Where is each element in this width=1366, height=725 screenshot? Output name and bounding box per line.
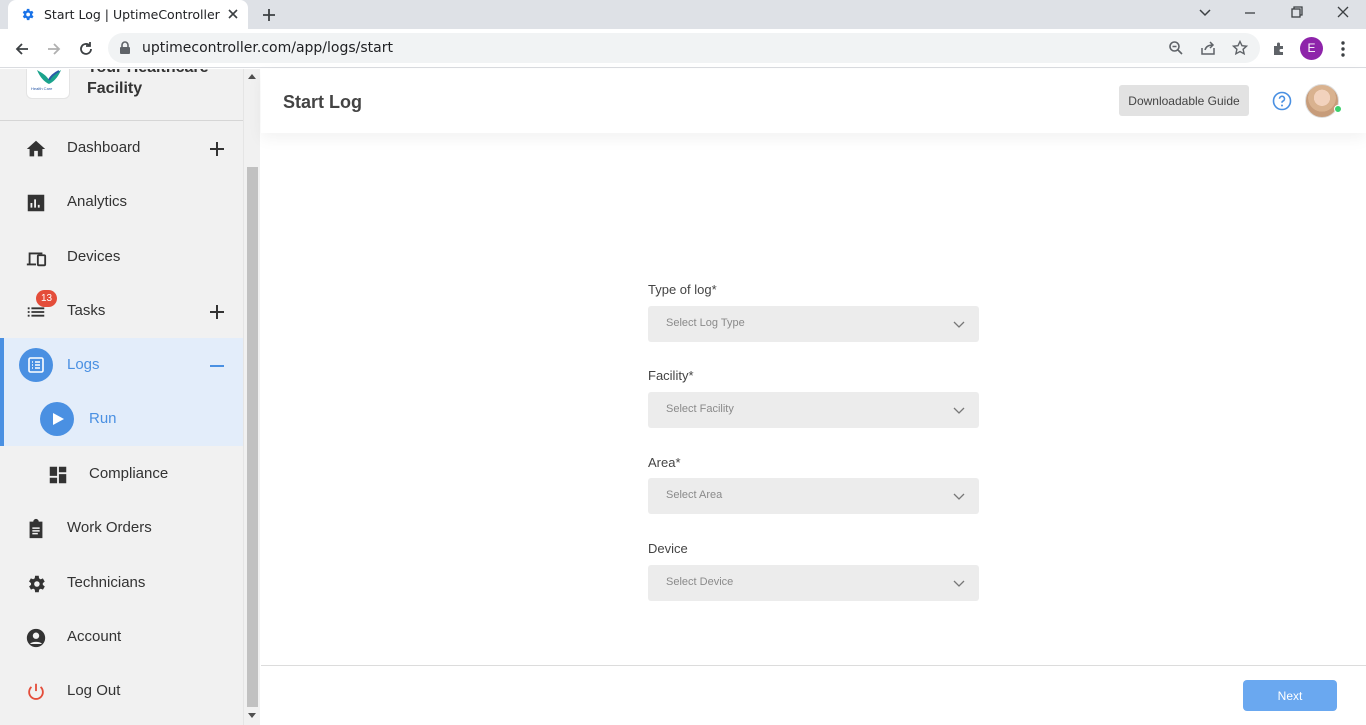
sidebar-item-analytics[interactable]: Analytics (0, 175, 243, 229)
window-close-icon[interactable] (1336, 5, 1350, 19)
sidebar: Health Care Your Healthcare Facility Das… (0, 69, 243, 725)
tab-title: Start Log | UptimeController (44, 7, 220, 22)
forward-icon[interactable] (45, 40, 63, 58)
sidebar-item-logs[interactable]: Logs (0, 338, 243, 392)
scroll-down-icon[interactable] (248, 713, 256, 719)
home-icon (26, 140, 46, 157)
sidebar-scrollbar[interactable] (243, 69, 260, 725)
restore-icon[interactable] (1290, 5, 1304, 19)
play-icon-circle (40, 402, 74, 436)
power-icon (28, 683, 44, 700)
extensions-icon[interactable] (1271, 41, 1287, 57)
facility-name: Your Healthcare Facility (87, 69, 209, 97)
facility-select[interactable]: Select Facility (648, 392, 979, 428)
page-header: Start Log Downloadable Guide (261, 69, 1366, 133)
zoom-icon[interactable] (1168, 40, 1184, 56)
scroll-thumb[interactable] (247, 167, 258, 707)
play-icon (53, 413, 64, 425)
select-placeholder: Select Device (666, 576, 734, 588)
analytics-icon (27, 194, 45, 212)
select-placeholder: Select Log Type (666, 317, 745, 329)
sidebar-item-label: Tasks (67, 302, 106, 319)
minus-icon[interactable] (206, 355, 228, 377)
sidebar-item-account[interactable]: Account (0, 610, 243, 664)
browser-tab[interactable]: Start Log | UptimeController (8, 0, 248, 29)
device-select[interactable]: Select Device (648, 565, 979, 601)
chevron-down-icon (953, 580, 965, 587)
logs-icon (28, 357, 44, 373)
sidebar-item-label: Run (89, 410, 117, 427)
sidebar-item-label: Compliance (89, 465, 169, 482)
sidebar-item-label: Dashboard (67, 139, 141, 156)
online-status-dot (1334, 105, 1342, 113)
minimize-icon[interactable] (1243, 6, 1257, 20)
select-placeholder: Select Facility (666, 403, 734, 415)
sidebar-item-run[interactable]: Run (0, 392, 243, 446)
plus-icon[interactable] (206, 301, 228, 323)
browser-toolbar: uptimecontroller.com/app/logs/start E (0, 29, 1366, 68)
footer-divider (261, 665, 1366, 666)
clipboard-icon (29, 518, 43, 539)
sidebar-item-label: Work Orders (67, 519, 152, 536)
log-type-label: Type of log* (648, 282, 717, 297)
chevron-down-icon (953, 407, 965, 414)
gear-icon (29, 575, 45, 593)
device-label: Device (648, 541, 688, 556)
sidebar-item-label: Account (67, 628, 122, 645)
chevron-down-icon (953, 321, 965, 328)
user-avatar[interactable] (1305, 84, 1339, 118)
sidebar-item-technicians[interactable]: Technicians (0, 556, 243, 610)
new-tab-icon[interactable] (260, 6, 278, 24)
dashboard-grid-icon (49, 466, 67, 484)
select-placeholder: Select Area (666, 489, 723, 501)
sidebar-item-label: Technicians (67, 574, 146, 591)
logo-text: Health Care (31, 86, 53, 91)
downloadable-guide-button[interactable]: Downloadable Guide (1119, 85, 1249, 116)
browser-tab-strip: Start Log | UptimeController (0, 0, 1366, 29)
area-label: Area* (648, 455, 681, 470)
share-icon[interactable] (1200, 40, 1216, 56)
sidebar-item-label: Log Out (67, 682, 121, 699)
facility-logo: Health Care (26, 69, 70, 99)
help-icon[interactable] (1272, 91, 1292, 111)
sidebar-item-work-orders[interactable]: Work Orders (0, 501, 243, 555)
lock-icon[interactable] (119, 41, 131, 55)
address-bar[interactable]: uptimecontroller.com/app/logs/start (108, 33, 1260, 63)
reload-icon[interactable] (77, 40, 95, 58)
browser-menu-icon[interactable] (1335, 40, 1351, 58)
url-text[interactable]: uptimecontroller.com/app/logs/start (142, 40, 393, 56)
account-icon (26, 628, 46, 648)
logs-icon-circle (19, 348, 53, 382)
scroll-up-icon[interactable] (248, 73, 256, 79)
gear-favicon-icon (22, 8, 34, 21)
facility-label: Facility* (648, 368, 694, 383)
sidebar-item-compliance[interactable]: Compliance (0, 447, 243, 501)
close-tab-icon[interactable] (226, 7, 240, 21)
chevron-down-icon (953, 493, 965, 500)
sidebar-item-log-out[interactable]: Log Out (0, 664, 243, 718)
sidebar-item-label: Devices (67, 248, 121, 265)
leaf-logo-icon (37, 70, 61, 84)
profile-avatar[interactable]: E (1300, 37, 1323, 60)
devices-icon (26, 252, 47, 267)
tasks-count-badge: 13 (36, 290, 57, 307)
sidebar-item-dashboard[interactable]: Dashboard (0, 121, 243, 175)
sidebar-item-devices[interactable]: Devices (0, 230, 243, 284)
area-select[interactable]: Select Area (648, 478, 979, 514)
next-button[interactable]: Next (1243, 680, 1337, 711)
back-icon[interactable] (13, 40, 31, 58)
sidebar-item-label: Logs (67, 356, 100, 373)
tab-search-icon[interactable] (1197, 4, 1213, 20)
sidebar-item-label: Analytics (67, 193, 128, 210)
page-title: Start Log (283, 92, 362, 112)
log-type-select[interactable]: Select Log Type (648, 306, 979, 342)
sidebar-item-tasks[interactable]: Tasks (0, 284, 243, 338)
plus-icon[interactable] (206, 138, 228, 160)
bookmark-star-icon[interactable] (1232, 40, 1248, 56)
